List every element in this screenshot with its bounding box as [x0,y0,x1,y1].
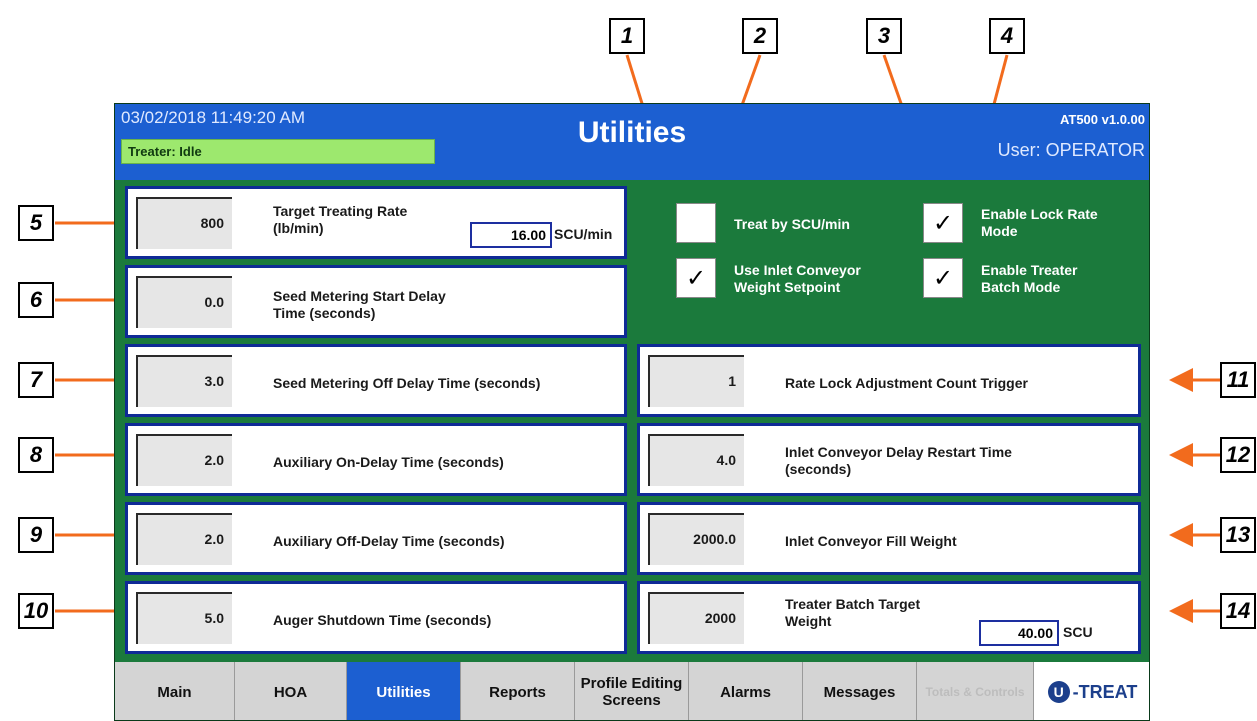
u-treat-logo-icon: U [1047,681,1070,703]
header-bar: 03/02/2018 11:49:20 AM Treater: Idle Uti… [115,104,1149,180]
callout-7: 7 [18,362,54,398]
callout-12: 12 [1220,437,1256,473]
inlet-delay-restart-label: Inlet Conveyor Delay Restart Time (second… [785,444,1012,477]
rate-lock-count-value[interactable]: 1 [648,355,744,407]
seed-metering-start-delay-panel: 0.0 Seed Metering Start Delay Time (secon… [125,265,627,338]
use-inlet-conveyor-checkbox[interactable]: ✓ [676,258,716,298]
inlet-fill-weight-value[interactable]: 2000.0 [648,513,744,565]
target-treating-rate-panel: 800 Target Treating Rate (lb/min) 16.00 S… [125,186,627,259]
callout-1: 1 [609,18,645,54]
tab-totals-controls: Totals & Controls [917,662,1034,720]
tab-profile-editing[interactable]: Profile Editing Screens [575,662,689,720]
use-inlet-conveyor-label: Use Inlet Conveyor Weight Setpoint [734,262,861,295]
tab-messages[interactable]: Messages [803,662,917,720]
callout-5: 5 [18,205,54,241]
page-title: Utilities [577,116,687,149]
callout-14: 14 [1220,593,1256,629]
user-label: User: OPERATOR [997,140,1145,160]
auxiliary-off-delay-panel: 2.0 Auxiliary Off-Delay Time (seconds) [125,502,627,575]
auger-shutdown-label: Auger Shutdown Time (seconds) [273,612,492,628]
auxiliary-on-delay-value[interactable]: 2.0 [136,434,232,486]
tab-alarms[interactable]: Alarms [689,662,803,720]
enable-treater-batch-label: Enable Treater Batch Mode [981,262,1078,295]
enable-treater-batch-checkbox[interactable]: ✓ [923,258,963,298]
inlet-delay-restart-panel: 4.0 Inlet Conveyor Delay Restart Time (se… [637,423,1141,496]
seed-metering-off-delay-label: Seed Metering Off Delay Time (seconds) [273,375,541,391]
callout-10: 10 [18,593,54,629]
callout-9: 9 [18,517,54,553]
treat-by-scu-label: Treat by SCU/min [734,216,850,232]
auger-shutdown-panel: 5.0 Auger Shutdown Time (seconds) [125,581,627,654]
scu-input[interactable]: 40.00 [979,620,1059,646]
auxiliary-on-delay-label: Auxiliary On-Delay Time (seconds) [273,454,504,470]
scu-unit: SCU [1063,624,1093,640]
seed-metering-off-delay-value[interactable]: 3.0 [136,355,232,407]
callout-2: 2 [742,18,778,54]
treat-by-scu-checkbox[interactable] [676,203,716,243]
callout-4: 4 [989,18,1025,54]
seed-metering-start-delay-value[interactable]: 0.0 [136,276,232,328]
seed-metering-start-delay-label: Seed Metering Start Delay Time (seconds) [273,288,446,321]
tab-hoa[interactable]: HOA [235,662,347,720]
enable-lock-rate-checkbox[interactable]: ✓ [923,203,963,243]
auger-shutdown-value[interactable]: 5.0 [136,592,232,644]
seed-metering-off-delay-panel: 3.0 Seed Metering Off Delay Time (second… [125,344,627,417]
target-treating-rate-label: Target Treating Rate (lb/min) [273,203,408,236]
callout-8: 8 [18,437,54,473]
auxiliary-off-delay-value[interactable]: 2.0 [136,513,232,565]
callout-3: 3 [866,18,902,54]
u-treat-logo: U -TREAT [1034,662,1149,720]
treater-batch-weight-label: Treater Batch Target Weight [785,596,921,629]
treater-batch-weight-panel: 2000 Treater Batch Target Weight 40.00 SC… [637,581,1141,654]
scu-per-min-input[interactable]: 16.00 [470,222,552,248]
callout-6: 6 [18,282,54,318]
bottom-nav: Main HOA Utilities Reports Profile Editi… [115,662,1149,720]
logo-text: -TREAT [1072,681,1138,702]
inlet-fill-weight-label: Inlet Conveyor Fill Weight [785,533,957,549]
inlet-delay-restart-value[interactable]: 4.0 [648,434,744,486]
enable-lock-rate-label: Enable Lock Rate Mode [981,206,1098,239]
auxiliary-on-delay-panel: 2.0 Auxiliary On-Delay Time (seconds) [125,423,627,496]
treater-batch-weight-value[interactable]: 2000 [648,592,744,644]
tab-main[interactable]: Main [115,662,235,720]
tab-utilities[interactable]: Utilities [347,662,461,720]
scu-per-min-unit: SCU/min [554,226,613,242]
callout-11: 11 [1220,362,1256,398]
hmi-screen: 03/02/2018 11:49:20 AM Treater: Idle Uti… [114,103,1150,721]
inlet-fill-weight-panel: 2000.0 Inlet Conveyor Fill Weight [637,502,1141,575]
target-treating-rate-value[interactable]: 800 [136,197,232,249]
version-label: AT500 v1.0.00 [1059,112,1145,127]
tab-reports[interactable]: Reports [461,662,575,720]
rate-lock-count-label: Rate Lock Adjustment Count Trigger [785,375,1028,391]
auxiliary-off-delay-label: Auxiliary Off-Delay Time (seconds) [273,533,505,549]
rate-lock-count-panel: 1 Rate Lock Adjustment Count Trigger [637,344,1141,417]
callout-13: 13 [1220,517,1256,553]
